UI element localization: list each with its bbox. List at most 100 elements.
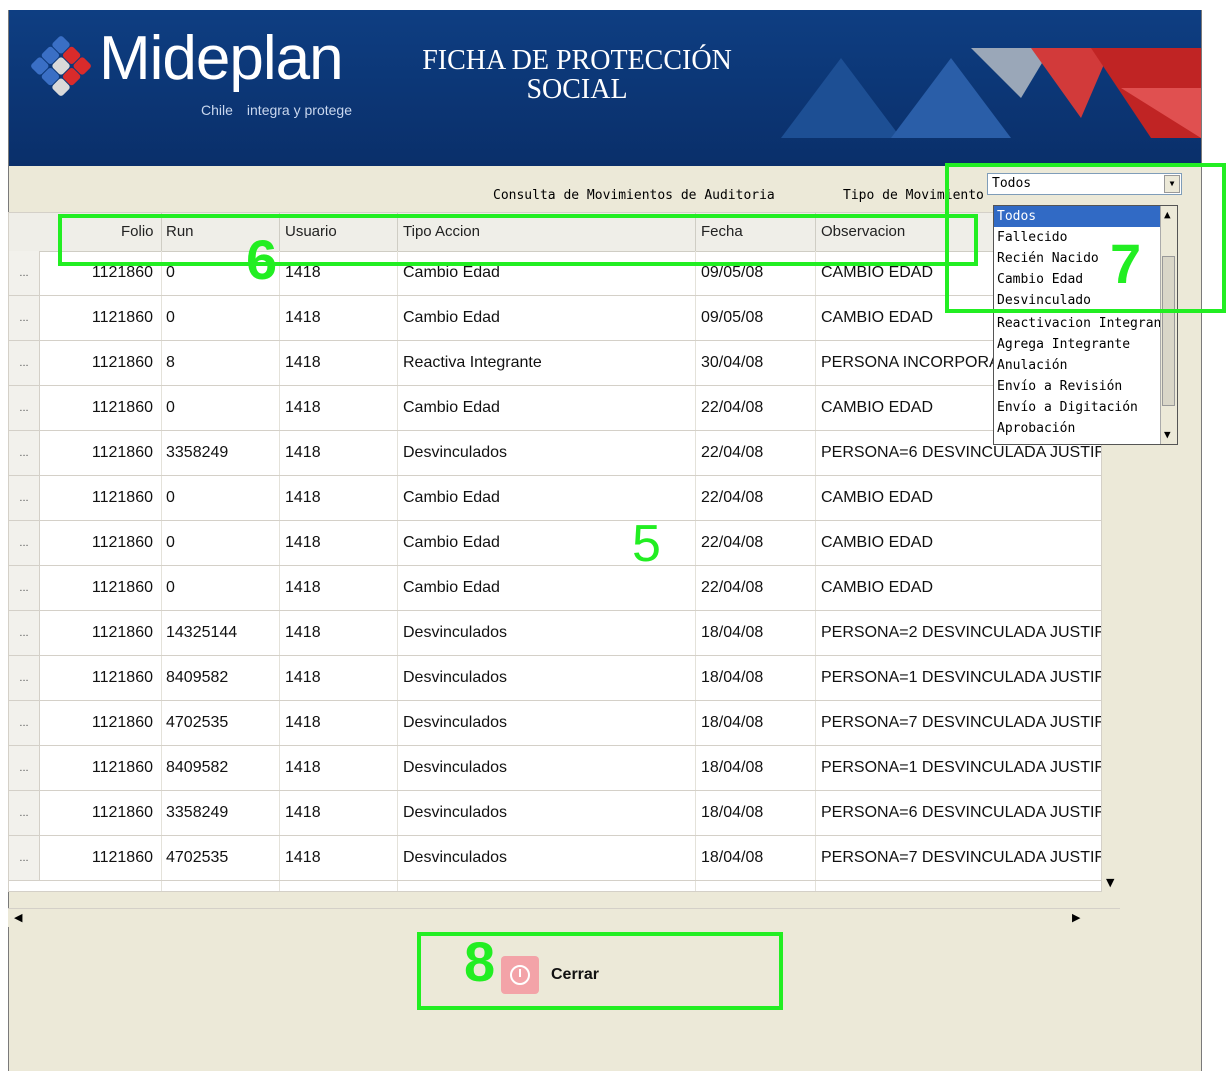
- cell-folio: 1121860: [91, 759, 153, 776]
- cell-run: 0: [166, 309, 175, 326]
- row-selector[interactable]: ...: [9, 341, 40, 385]
- cell-run: 0: [166, 489, 175, 506]
- cell-run: 4702535: [166, 714, 229, 731]
- table-row[interactable]: ... 1121860 0 1418 Cambio Edad 22/04/08 CAMBIO…: [9, 476, 1101, 521]
- cell-fecha: 18/04/08: [701, 714, 764, 731]
- table-row[interactable]: ... 1121860 3358249 1418 Desvinculados 22/04/…: [9, 431, 1102, 476]
- dropdown-option[interactable]: Aprobación: [997, 418, 1167, 439]
- page-title-line2: SOCIAL: [526, 74, 628, 105]
- annotation-box-7: [945, 163, 1226, 313]
- mideplan-logo-icon: [31, 36, 91, 96]
- row-selector[interactable]: ...: [9, 566, 40, 610]
- cell-tipo-accion: Desvinculados: [403, 714, 508, 731]
- table-row[interactable]: ... 1121860 8409582 1418 Desvinculados 18/04/…: [9, 746, 1102, 791]
- row-selector[interactable]: ...: [9, 521, 40, 565]
- table-row[interactable]: ... 1121860 14325144 1418 Desvinculados 18/04…: [9, 611, 1102, 656]
- cell-tipo-accion: Desvinculados: [403, 804, 508, 821]
- cell-folio: 1121860: [91, 399, 153, 416]
- annotation-label-8: 8: [464, 930, 496, 993]
- cell-tipo-accion: Reactiva Integrante: [403, 354, 542, 371]
- dropdown-option[interactable]: Reactivacion Integrante: [997, 313, 1177, 334]
- cell-run: 0: [166, 579, 175, 596]
- dropdown-option[interactable]: Envío a Digitación: [997, 397, 1167, 418]
- triangle-down-icon[interactable]: ▼: [1106, 876, 1114, 889]
- tagline-left: Chile: [201, 102, 233, 118]
- cell-usuario: 1418: [285, 714, 321, 731]
- cell-run: 0: [166, 399, 175, 416]
- table-row[interactable]: ... 1121860 4702535 1418 Desvinculados 18/04/…: [9, 701, 1102, 746]
- table-row[interactable]: ... 1121860 0 1418 Cambio Edad 09/05/08 CAMBIO…: [9, 296, 1101, 341]
- cell-tipo-accion: Desvinculados: [403, 444, 508, 461]
- table-row[interactable]: ... 1121860 0 1418 Cambio Edad 22/04/08 CAMBIO…: [9, 566, 1101, 611]
- cell-tipo-accion: Cambio Edad: [403, 489, 500, 506]
- cell-run: 0: [166, 264, 175, 281]
- cell-usuario: 1418: [285, 669, 321, 686]
- cell-usuario: 1418: [285, 354, 321, 371]
- dropdown-option[interactable]: Agrega Integrante: [997, 334, 1167, 355]
- cell-observacion: CAMBIO EDAD: [821, 534, 934, 551]
- row-selector[interactable]: ...: [9, 296, 40, 340]
- row-selector[interactable]: ...: [9, 701, 40, 745]
- cell-observacion: CAMBIO EDAD: [821, 309, 934, 326]
- tagline-right: integra y protege: [246, 102, 352, 118]
- cell-folio: 1121860: [91, 804, 153, 821]
- row-selector[interactable]: ...: [9, 836, 40, 880]
- cell-fecha: 18/04/08: [701, 804, 764, 821]
- cell-tipo-accion: Desvinculados: [403, 849, 508, 866]
- cell-folio: 1121860: [91, 264, 153, 281]
- cell-run: 8: [166, 354, 175, 371]
- cell-fecha: 22/04/08: [701, 399, 764, 416]
- row-selector[interactable]: ...: [9, 746, 40, 790]
- cell-run: 8409582: [166, 669, 229, 686]
- cell-observacion: PERSONA=6 DESVINCULADA JUSTIF: [821, 444, 1102, 461]
- triangle-left-icon[interactable]: ◀: [14, 911, 22, 924]
- cell-usuario: 1418: [285, 534, 321, 551]
- annotation-label-6: 6: [246, 228, 278, 291]
- page-title: FICHA DE PROTECCIÓN SOCIAL: [412, 46, 742, 104]
- row-selector[interactable]: ...: [9, 611, 40, 655]
- table-row[interactable]: ... 1121860 8 1418 Reactiva Integrante 30/04/…: [9, 341, 1101, 386]
- table-row[interactable]: ... 1121860 3358249 1418 Desvinculados 18/04/…: [9, 791, 1102, 836]
- row-selector[interactable]: ...: [9, 251, 40, 295]
- table-row[interactable]: ... 1121860 8409582 1418 Desvinculados 18/04/…: [9, 656, 1101, 701]
- table-row[interactable]: ... 1121860 0 1418 Cambio Edad 22/04/08 CAMBIO…: [9, 521, 1101, 566]
- cell-folio: 1121860: [91, 714, 153, 731]
- cell-run: 8409582: [166, 759, 229, 776]
- triangle-right-icon[interactable]: ▶: [1072, 911, 1080, 924]
- table-horizontal-scrollbar[interactable]: ◀ ▶: [8, 908, 1120, 927]
- row-selector[interactable]: ...: [9, 791, 40, 835]
- cell-tipo-accion: Cambio Edad: [403, 309, 500, 326]
- cell-usuario: 1418: [285, 849, 321, 866]
- cell-observacion: PERSONA INCORPORAD: [821, 354, 1012, 371]
- row-selector[interactable]: ...: [9, 476, 40, 520]
- cell-fecha: 18/04/08: [701, 759, 764, 776]
- table-row[interactable]: ... 1121860 4702535 1418 Desvinculados 18/04/…: [9, 836, 1101, 881]
- cell-fecha: 18/04/08: [701, 669, 764, 686]
- cell-observacion: PERSONA=7 DESVINCULADA JUSTIF: [821, 714, 1102, 731]
- row-selector[interactable]: ...: [9, 386, 40, 430]
- brand-name: Mideplan: [99, 24, 344, 93]
- cell-observacion: CAMBIO EDAD: [821, 489, 934, 506]
- cell-usuario: 1418: [285, 489, 321, 506]
- cell-observacion: PERSONA=6 DESVINCULADA JUSTIF: [821, 804, 1102, 821]
- cell-usuario: 1418: [285, 624, 321, 641]
- cell-tipo-accion: Cambio Edad: [403, 399, 500, 416]
- dropdown-option[interactable]: Anulación: [997, 355, 1167, 376]
- table-row[interactable]: ... 1121860 0 1418 Cambio Edad 22/04/08 CAMBIO…: [9, 386, 1101, 431]
- cell-run: 14325144: [166, 624, 238, 641]
- cell-fecha: 09/05/08: [701, 309, 764, 326]
- triangle-down-icon[interactable]: ▼: [1164, 428, 1171, 441]
- cell-fecha: 22/04/08: [701, 444, 764, 461]
- cell-observacion: PERSONA=2 DESVINCULADA JUSTIF: [821, 624, 1102, 641]
- cell-folio: 1121860: [91, 624, 153, 641]
- dropdown-option[interactable]: Envío a Revisión: [997, 376, 1167, 397]
- cell-run: 3358249: [166, 804, 229, 821]
- cell-observacion: PERSONA=1 DESVINCULADA JUSTIF: [821, 759, 1102, 776]
- cell-tipo-accion: Cambio Edad: [403, 264, 500, 281]
- cell-observacion: CAMBIO EDAD: [821, 399, 934, 416]
- row-selector[interactable]: ...: [9, 656, 40, 700]
- cell-folio: 1121860: [91, 579, 153, 596]
- row-selector[interactable]: ...: [9, 431, 40, 475]
- audit-table: Folio Run Usuario Tipo Accion Fecha Obse…: [8, 212, 1102, 892]
- cell-folio: 1121860: [91, 534, 153, 551]
